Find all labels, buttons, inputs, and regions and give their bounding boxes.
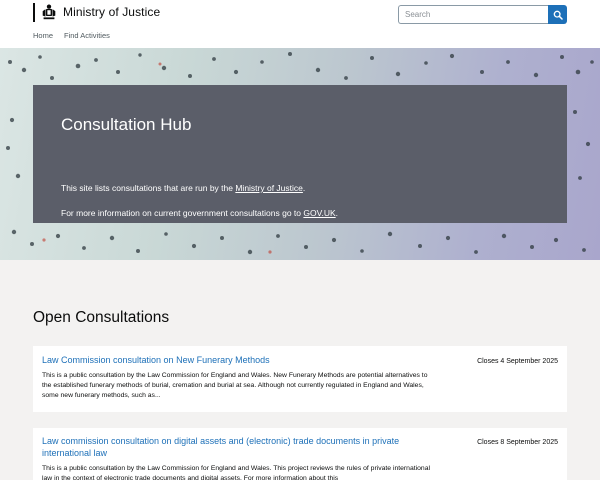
hero-govuk-prefix: For more information on current governme… bbox=[61, 208, 304, 218]
consultation-title-link[interactable]: Law commission consultation on digital a… bbox=[42, 435, 422, 459]
logo-divider bbox=[33, 2, 35, 22]
ministry-logo-link[interactable]: Ministry of Justice bbox=[33, 2, 160, 22]
consultation-description: This is a public consultation by the Law… bbox=[42, 465, 430, 480]
search-form bbox=[398, 5, 567, 24]
nav-home-link[interactable]: Home bbox=[33, 31, 53, 40]
org-name: Ministry of Justice bbox=[63, 5, 161, 19]
ministry-of-justice-link[interactable]: Ministry of Justice bbox=[235, 183, 303, 193]
site-header: Ministry of Justice Home Find Activities bbox=[0, 0, 600, 48]
main-nav: Home Find Activities bbox=[33, 31, 110, 40]
hero-intro-suffix: . bbox=[302, 183, 306, 193]
hero-panel: Consultation Hub This site lists consult… bbox=[33, 85, 567, 223]
hero-govuk-suffix: . bbox=[335, 208, 339, 218]
page-title: Consultation Hub bbox=[61, 115, 192, 134]
magnifier-icon bbox=[553, 10, 563, 20]
consultation-description: This is a public consultation by the Law… bbox=[42, 372, 428, 399]
closing-date: Closes 8 September 2025 bbox=[477, 439, 558, 446]
search-button[interactable] bbox=[548, 5, 567, 24]
search-input[interactable] bbox=[398, 5, 548, 24]
hero-banner: Consultation Hub This site lists consult… bbox=[0, 48, 600, 260]
govuk-link[interactable]: GOV.UK bbox=[303, 208, 335, 218]
royal-crest-icon bbox=[42, 4, 56, 20]
nav-find-activities-link[interactable]: Find Activities bbox=[64, 31, 110, 40]
hero-intro-prefix: This site lists consultations that are r… bbox=[61, 183, 236, 193]
consultation-card: Law commission consultation on digital a… bbox=[33, 428, 567, 480]
hero-intro-text: This site lists consultations that are r… bbox=[61, 183, 305, 193]
open-consultations-heading: Open Consultations bbox=[33, 309, 170, 326]
consultation-title-link[interactable]: Law Commission consultation on New Funer… bbox=[42, 354, 422, 366]
closing-date: Closes 4 September 2025 bbox=[477, 358, 558, 365]
consultation-card: Law Commission consultation on New Funer… bbox=[33, 346, 567, 412]
hero-govuk-text: For more information on current governme… bbox=[61, 208, 338, 218]
